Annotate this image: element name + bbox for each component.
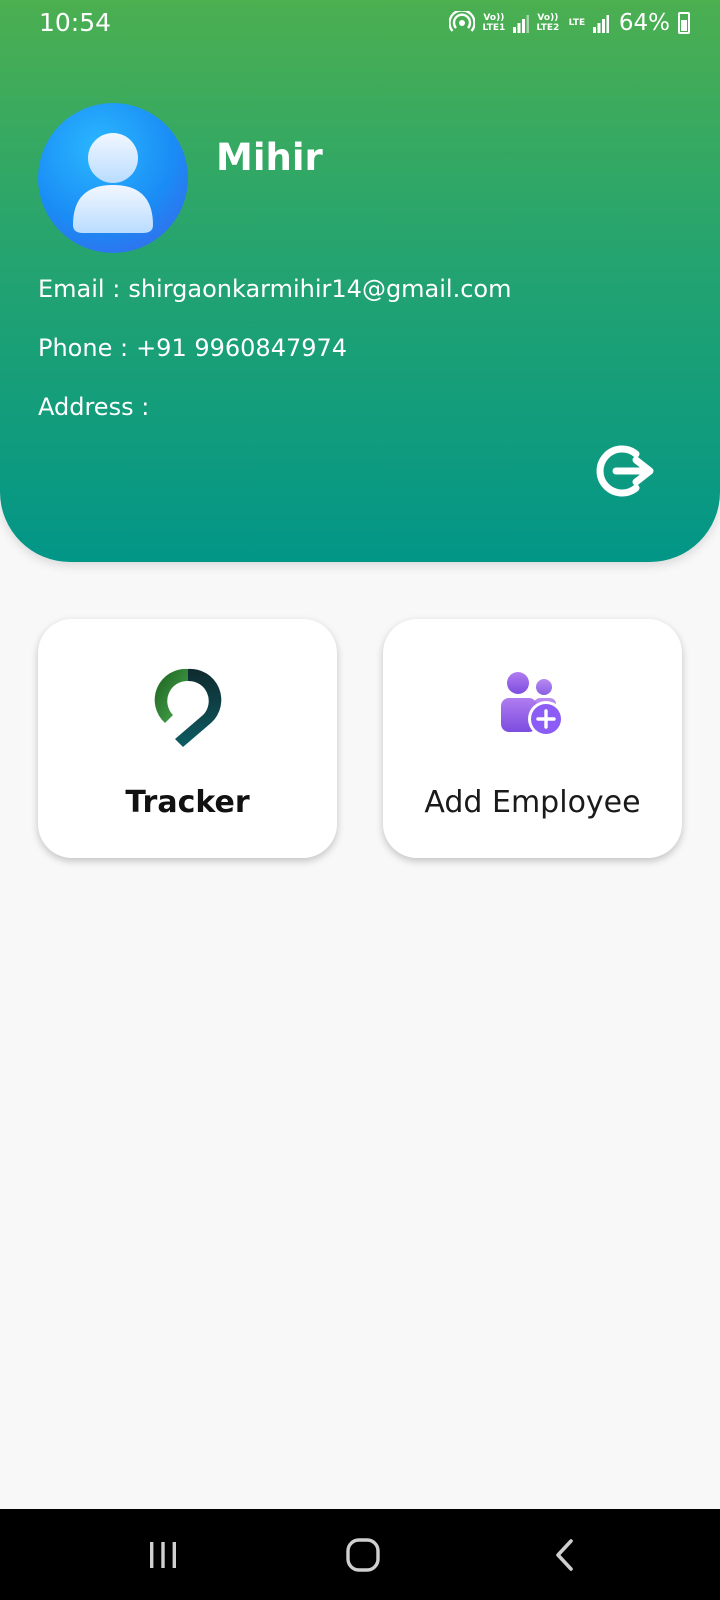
- user-name: Mihir: [216, 136, 323, 179]
- phone-row: Phone : +91 9960847974: [38, 334, 347, 362]
- logout-button[interactable]: [592, 440, 660, 502]
- status-time: 10:54: [39, 8, 112, 37]
- status-bar: 10:54 Vo)) LTE1 Vo)) LTE2 LTE 64%: [0, 0, 720, 46]
- email-row: Email : shirgaonkarmihir14@gmail.com: [38, 275, 511, 303]
- add-employee-card[interactable]: Add Employee: [383, 619, 682, 858]
- back-button[interactable]: [505, 1509, 625, 1600]
- battery-percentage: 64%: [618, 10, 670, 36]
- address-row: Address :: [38, 393, 157, 421]
- home-button[interactable]: [303, 1509, 423, 1600]
- status-icons: Vo)) LTE1 Vo)) LTE2 LTE 64%: [448, 9, 690, 37]
- add-employee-label: Add Employee: [424, 785, 641, 820]
- location-pin-icon: [154, 668, 221, 747]
- phone-label: Phone :: [38, 334, 129, 362]
- email-value: shirgaonkarmihir14@gmail.com: [128, 275, 512, 303]
- sim2-label: Vo)) LTE2: [536, 13, 560, 33]
- hotspot-icon: [448, 11, 475, 32]
- back-icon: [556, 1538, 573, 1571]
- tracker-label: Tracker: [125, 785, 250, 820]
- signal-bars-icon: [512, 15, 529, 33]
- sim1-label: Vo)) LTE1: [482, 13, 506, 33]
- signal-bars-icon: [592, 15, 609, 33]
- add-user-icon: [500, 672, 564, 737]
- email-label: Email :: [38, 275, 121, 303]
- recents-button[interactable]: [103, 1509, 223, 1600]
- avatar[interactable]: [38, 103, 188, 253]
- home-icon: [346, 1537, 380, 1572]
- recents-icon: [150, 1541, 176, 1568]
- phone-value: +91 9960847974: [136, 334, 348, 362]
- user-avatar-icon: [73, 133, 153, 233]
- profile-header: 10:54 Vo)) LTE1 Vo)) LTE2 LTE 64% Mihir …: [0, 0, 720, 562]
- tracker-card[interactable]: Tracker: [38, 619, 337, 858]
- address-label: Address :: [38, 393, 150, 421]
- system-nav-bar: [0, 1509, 720, 1600]
- battery-icon: [678, 12, 690, 34]
- logout-icon: [596, 445, 654, 497]
- data-type-label: LTE: [568, 18, 586, 28]
